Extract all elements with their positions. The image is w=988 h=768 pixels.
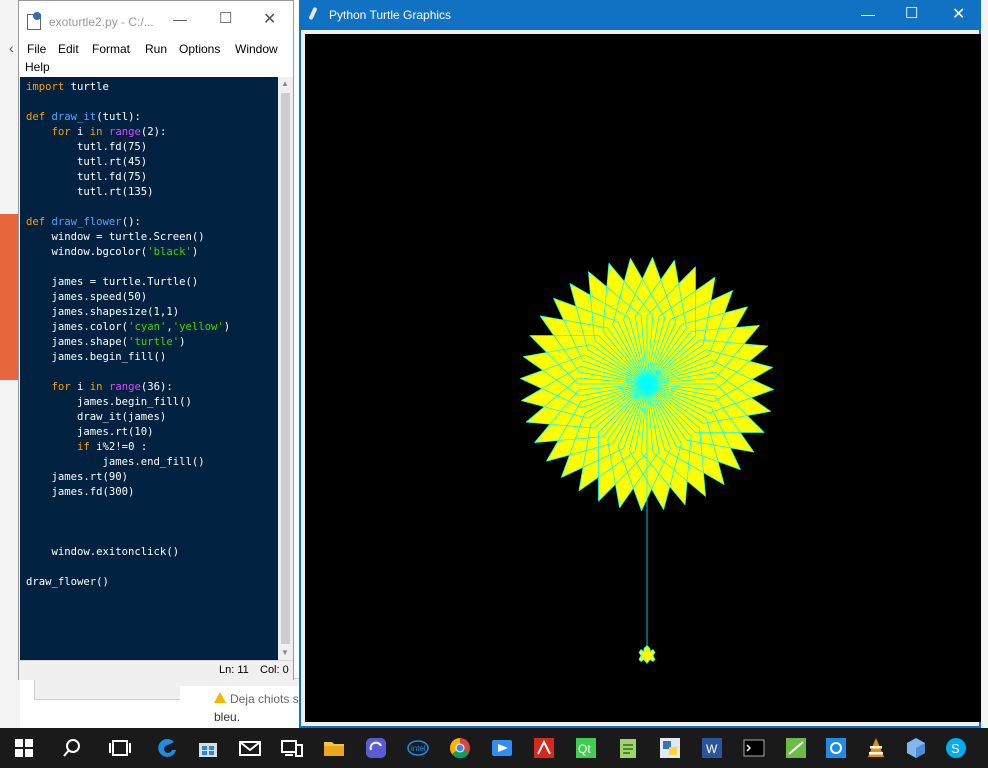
- menu-edit[interactable]: Edit: [58, 42, 79, 56]
- svg-text:W: W: [706, 742, 718, 756]
- svg-text:intel: intel: [411, 744, 426, 753]
- menu-options[interactable]: Options: [179, 42, 220, 56]
- turtle-client-area: [301, 30, 981, 726]
- notification-text-2: bleu.: [214, 710, 241, 724]
- menu-help[interactable]: Help: [25, 60, 50, 74]
- python-idle-icon[interactable]: [658, 736, 682, 760]
- windows-start-icon[interactable]: [12, 736, 36, 760]
- app-blue-icon[interactable]: [364, 736, 388, 760]
- file-explorer-icon[interactable]: [322, 736, 346, 760]
- turtle-window-title: Python Turtle Graphics: [329, 8, 452, 22]
- minimize-button[interactable]: —: [173, 11, 187, 27]
- maximize-button[interactable]: ☐: [905, 4, 918, 22]
- app-green-icon[interactable]: [784, 736, 808, 760]
- idle-status-bar: Ln: 11 Col: 0: [19, 660, 293, 680]
- notepad-icon[interactable]: [616, 736, 640, 760]
- turtle-canvas[interactable]: [305, 34, 981, 722]
- menu-window[interactable]: Window: [235, 42, 278, 56]
- menu-file[interactable]: File: [27, 42, 46, 56]
- devices-icon[interactable]: [280, 736, 304, 760]
- background-notification: Deja chiots s bleu.: [180, 686, 310, 728]
- python-file-icon: [27, 12, 41, 30]
- editor-vertical-scrollbar[interactable]: ▲ ▼: [278, 77, 293, 660]
- acrobat-icon[interactable]: [532, 736, 556, 760]
- code-text[interactable]: import turtle def draw_it(tutl): for i i…: [20, 77, 278, 593]
- skype-icon[interactable]: S: [944, 736, 968, 760]
- background-right-edge: [980, 0, 988, 728]
- app-cube-icon[interactable]: [904, 736, 928, 760]
- close-button[interactable]: ✕: [952, 4, 965, 24]
- scroll-up-icon[interactable]: ▲: [281, 79, 289, 88]
- mail-icon[interactable]: [238, 736, 262, 760]
- edge-icon[interactable]: [156, 736, 180, 760]
- minimize-button[interactable]: —: [861, 6, 875, 22]
- turtle-cursor-icon: [638, 644, 656, 665]
- idle-editor-window: exoturtle2.py - C:/... — ☐ ✕ File Edit F…: [18, 0, 294, 680]
- menu-run[interactable]: Run: [145, 42, 167, 56]
- terminal-icon[interactable]: [742, 736, 766, 760]
- chrome-icon[interactable]: [448, 736, 472, 760]
- task-view-icon[interactable]: [108, 736, 132, 760]
- taskbar: intel Qt W S: [0, 728, 988, 768]
- background-browser-edge: ‹: [0, 0, 20, 728]
- qt-icon[interactable]: Qt: [574, 736, 598, 760]
- warning-icon: [214, 692, 226, 703]
- turtle-title-bar[interactable]: Python Turtle Graphics — ☐ ✕: [299, 0, 981, 30]
- status-line: Ln: 11: [219, 664, 249, 676]
- search-icon[interactable]: [60, 736, 84, 760]
- code-editor[interactable]: import turtle def draw_it(tutl): for i i…: [20, 77, 278, 660]
- menu-format[interactable]: Format: [92, 42, 130, 56]
- scroll-down-icon[interactable]: ▼: [281, 648, 289, 657]
- vlc-icon[interactable]: [864, 736, 888, 760]
- scrollbar-thumb[interactable]: [281, 93, 290, 644]
- intel-icon[interactable]: intel: [406, 736, 430, 760]
- status-col: Col: 0: [260, 664, 289, 676]
- svg-text:Qt: Qt: [578, 742, 591, 756]
- app-arrow-icon[interactable]: [490, 736, 514, 760]
- idle-window-title: exoturtle2.py - C:/...: [49, 15, 154, 29]
- close-button[interactable]: ✕: [263, 9, 276, 29]
- svg-text:S: S: [951, 741, 960, 756]
- word-icon[interactable]: W: [700, 736, 724, 760]
- maximize-button[interactable]: ☐: [219, 9, 232, 27]
- notification-text: Deja chiots s: [230, 692, 299, 706]
- idle-menu-bar: File Edit Format Run Options Window Help: [19, 39, 293, 77]
- turtle-graphics-window: Python Turtle Graphics — ☐ ✕: [299, 0, 981, 728]
- idle-title-bar[interactable]: exoturtle2.py - C:/... — ☐ ✕: [19, 1, 293, 39]
- store-icon[interactable]: [196, 736, 220, 760]
- background-orange-panel: [0, 214, 20, 380]
- app-camera-icon[interactable]: [824, 736, 848, 760]
- back-arrow-icon: ‹: [9, 40, 14, 56]
- feather-icon: [308, 6, 318, 21]
